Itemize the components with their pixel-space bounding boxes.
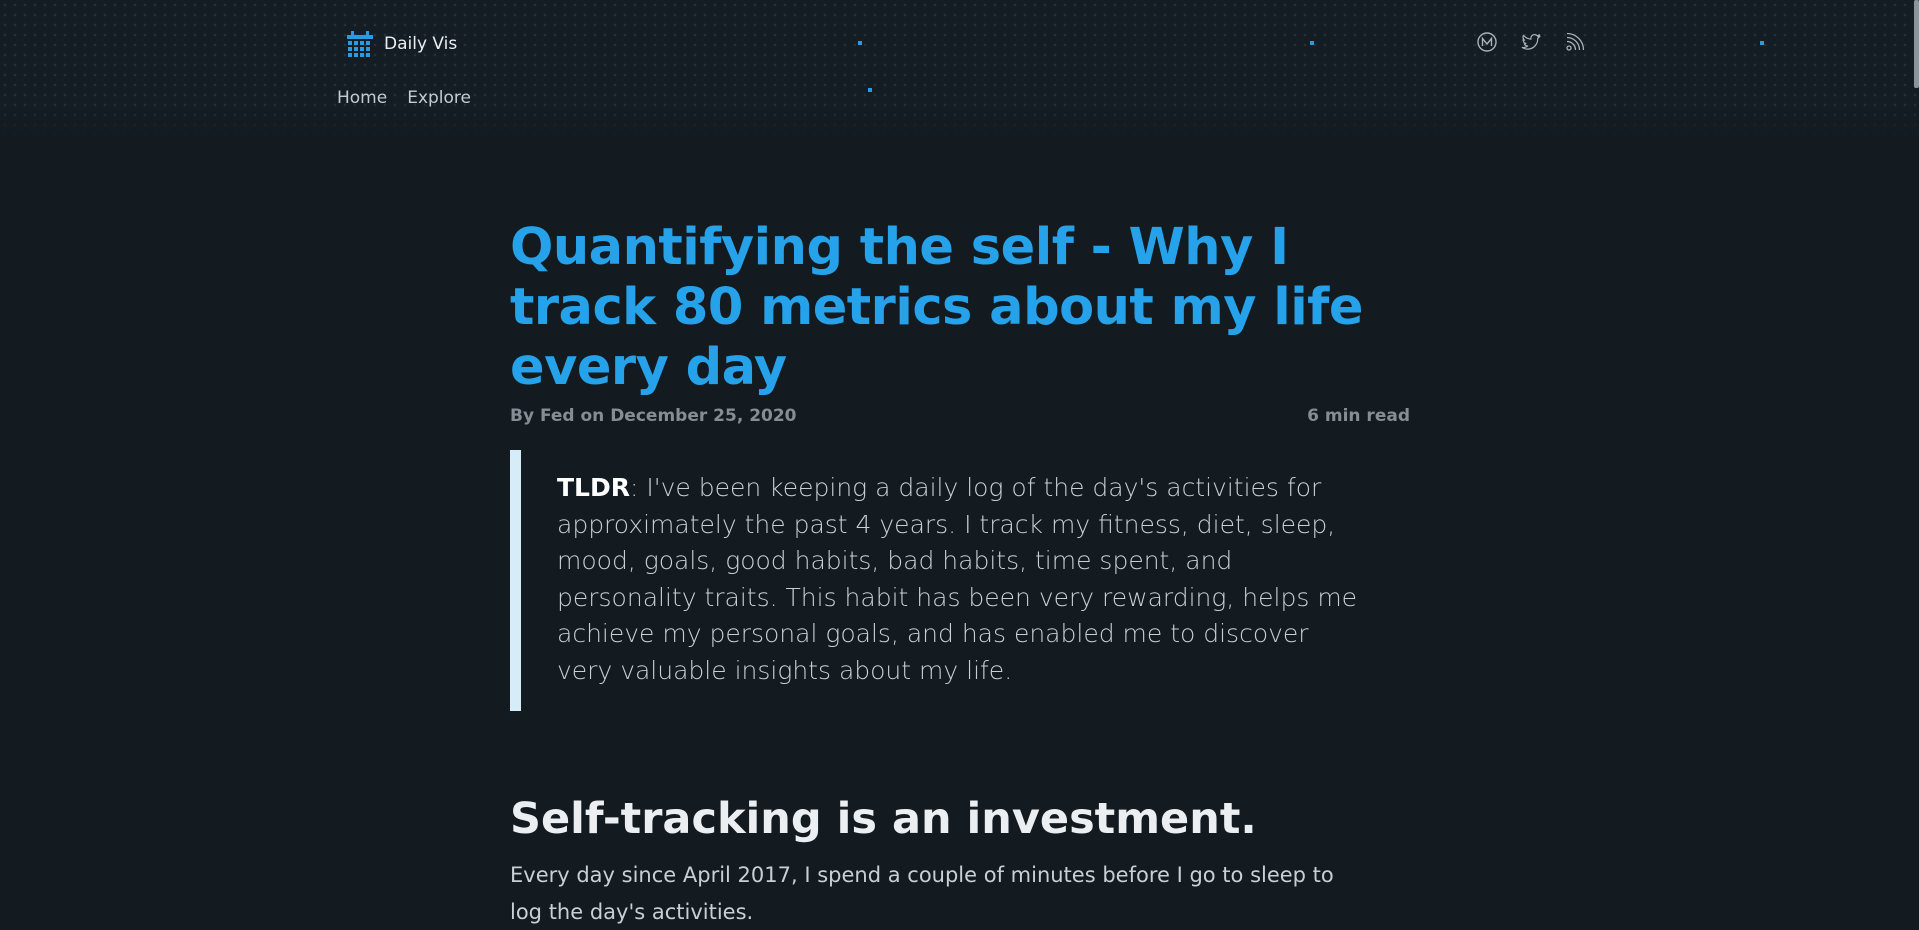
site-header: Daily Vis Home Explore [0, 0, 1919, 140]
social-links [1476, 31, 1586, 53]
header-decoration-dot [1760, 41, 1764, 45]
tldr-blockquote: TLDR: I've been keeping a daily log of t… [510, 450, 1410, 711]
tldr-text: : I've been keeping a daily log of the d… [557, 473, 1358, 685]
site-brand-link[interactable]: Daily Vis [346, 30, 457, 58]
header-decoration-dot [1310, 41, 1314, 45]
article: Quantifying the self - Why I track 80 me… [510, 218, 1410, 930]
medium-icon[interactable] [1476, 31, 1498, 53]
page-scrollbar-thumb[interactable] [1914, 0, 1919, 88]
calendar-grid-icon [346, 30, 374, 58]
article-meta: By Fed on December 25, 2020 6 min read [510, 406, 1410, 432]
article-paragraph: Every day since April 2017, I spend a co… [510, 863, 1334, 924]
article-title: Quantifying the self - Why I track 80 me… [510, 218, 1363, 397]
site-name: Daily Vis [384, 34, 458, 54]
tldr-label: TLDR [557, 473, 630, 502]
header-decoration-dot [858, 41, 862, 45]
rss-icon[interactable] [1564, 31, 1586, 53]
nav-explore-link[interactable]: Explore [407, 88, 471, 108]
header-decoration-dot [868, 88, 872, 92]
blockquote-accent-bar [510, 450, 521, 711]
read-time: 6 min read [1307, 406, 1410, 426]
article-byline: By Fed on December 25, 2020 [510, 406, 797, 426]
twitter-icon[interactable] [1520, 31, 1542, 53]
section-heading: Self-tracking is an investment. [510, 794, 1257, 844]
main-nav: Home Explore [337, 88, 471, 108]
header-fade [0, 100, 1919, 140]
nav-home-link[interactable]: Home [337, 88, 387, 108]
